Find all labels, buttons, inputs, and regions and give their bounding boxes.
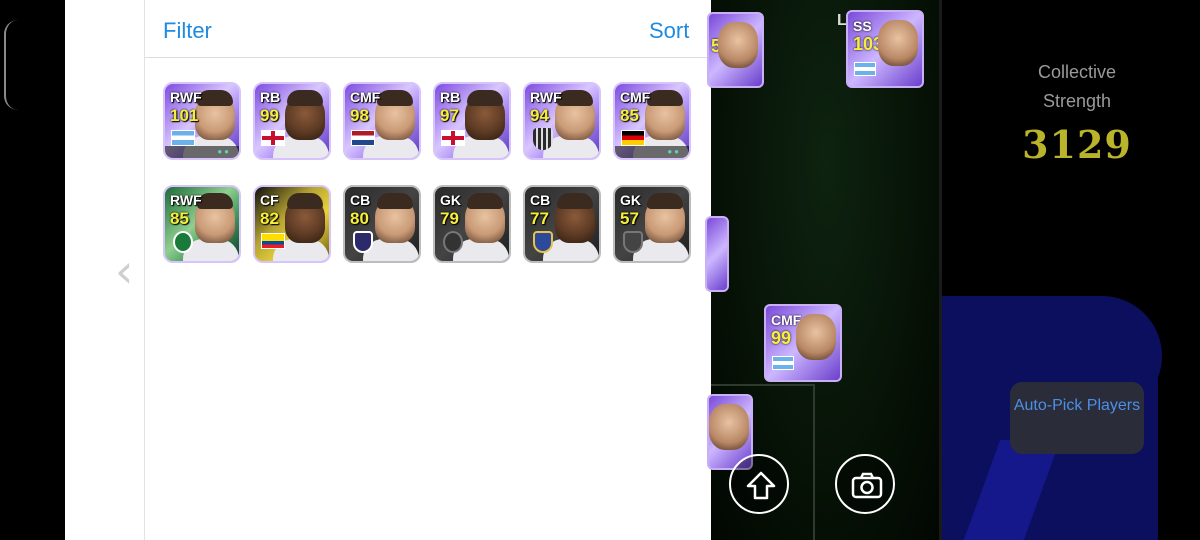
nation-flag-icon (351, 130, 375, 146)
pitch-player-card-cmf[interactable]: CMF 99 (764, 304, 842, 382)
player-face (878, 20, 918, 66)
filter-button[interactable]: Filter (163, 18, 212, 44)
player-rating: 101 (170, 106, 199, 125)
player-hair (647, 90, 683, 106)
player-face (709, 404, 749, 450)
player-face (718, 22, 758, 68)
player-rating: 97 (440, 106, 459, 125)
player-card[interactable]: CB 80 (343, 185, 421, 263)
pitch-card-position: SS (853, 18, 872, 34)
upload-button[interactable] (729, 454, 789, 514)
club-crest-icon (443, 231, 463, 253)
player-position: CB (530, 192, 551, 208)
header-divider (145, 57, 711, 58)
pitch-area: 5 L SS 103 CMF 99 (705, 0, 942, 540)
player-rating: 80 (350, 209, 369, 228)
pitch-card-rating: 99 (771, 328, 792, 348)
player-hair (557, 193, 593, 209)
player-rating: 57 (620, 209, 639, 228)
player-card[interactable]: GK 57 (613, 185, 691, 263)
back-chevron-icon[interactable]: ‹ (115, 248, 133, 294)
nation-flag-icon (171, 130, 195, 146)
upload-arrow-icon (746, 471, 776, 500)
player-card[interactable]: RB 97 (433, 82, 511, 160)
player-card[interactable]: CMF 85 ●● (613, 82, 691, 160)
player-face (796, 314, 836, 360)
club-crest-icon (623, 231, 643, 253)
player-card[interactable]: CMF 98 (343, 82, 421, 160)
player-position: RWF (170, 192, 202, 208)
player-selection-panel: ‹ Filter Sort RWF 101 ●● RB 99 CMF 98 RB 97 RWF 94… (65, 0, 711, 540)
player-position: RWF (530, 89, 562, 105)
club-crest-icon (353, 231, 373, 253)
pitch-player-card-partial[interactable]: 5 (707, 12, 764, 88)
player-hair (377, 90, 413, 106)
camera-button[interactable] (835, 454, 895, 514)
player-position: RWF (170, 89, 202, 105)
left-edge (0, 0, 65, 540)
player-rating: 82 (260, 209, 279, 228)
panel-divider (144, 0, 145, 540)
player-position: CMF (620, 89, 651, 105)
collective-strength-value: 3129 (1022, 122, 1132, 167)
player-card[interactable]: CB 77 (523, 185, 601, 263)
club-crest-icon (533, 231, 553, 253)
player-position: CMF (350, 89, 381, 105)
skill-dots-icon: ●● (667, 147, 681, 156)
player-rating: 98 (350, 106, 369, 125)
player-hair (647, 193, 683, 209)
player-hair (287, 193, 323, 209)
skill-dots-icon: ●● (217, 147, 231, 156)
camera-icon (851, 472, 883, 499)
player-position: RB (260, 89, 281, 105)
player-card[interactable]: RWF 94 (523, 82, 601, 160)
player-position: GK (620, 192, 641, 208)
nation-flag-icon (441, 130, 465, 146)
player-card[interactable]: RB 99 (253, 82, 331, 160)
pitch-player-card-edge[interactable] (705, 216, 729, 292)
player-rating: 77 (530, 209, 549, 228)
player-rating: 85 (170, 209, 189, 228)
player-card[interactable]: RWF 85 (163, 185, 241, 263)
player-hair (197, 193, 233, 209)
club-crest-icon (173, 231, 193, 253)
player-rating: 79 (440, 209, 459, 228)
player-rating: 94 (530, 106, 549, 125)
player-rating: 85 (620, 106, 639, 125)
player-position: GK (440, 192, 461, 208)
pitch-player-card-ss[interactable]: SS 103 (846, 10, 924, 88)
player-hair (197, 90, 233, 106)
argentina-flag-icon (772, 356, 794, 370)
player-hair (467, 193, 503, 209)
player-rating: 99 (260, 106, 279, 125)
club-crest-icon (533, 128, 553, 150)
nation-flag-icon (261, 233, 285, 249)
player-hair (467, 90, 503, 106)
player-card[interactable]: RWF 101 ●● (163, 82, 241, 160)
player-position: RB (440, 89, 461, 105)
player-position: CF (260, 192, 279, 208)
nation-flag-icon (261, 130, 285, 146)
argentina-flag-icon (854, 62, 876, 76)
sort-button[interactable]: Sort (649, 18, 689, 44)
player-card[interactable]: CF 82 (253, 185, 331, 263)
auto-pick-players-button[interactable]: Auto-Pick Players (1010, 382, 1144, 454)
team-summary-area: Collective Strength 3129 Auto-Pick Playe… (942, 0, 1200, 540)
nation-flag-icon (621, 130, 645, 146)
player-position: CB (350, 192, 371, 208)
player-hair (377, 193, 413, 209)
player-card[interactable]: GK 79 (433, 185, 511, 263)
edge-arc (4, 20, 18, 110)
player-hair (287, 90, 323, 106)
collective-strength-label: Collective Strength (1037, 62, 1117, 111)
player-hair (557, 90, 593, 106)
